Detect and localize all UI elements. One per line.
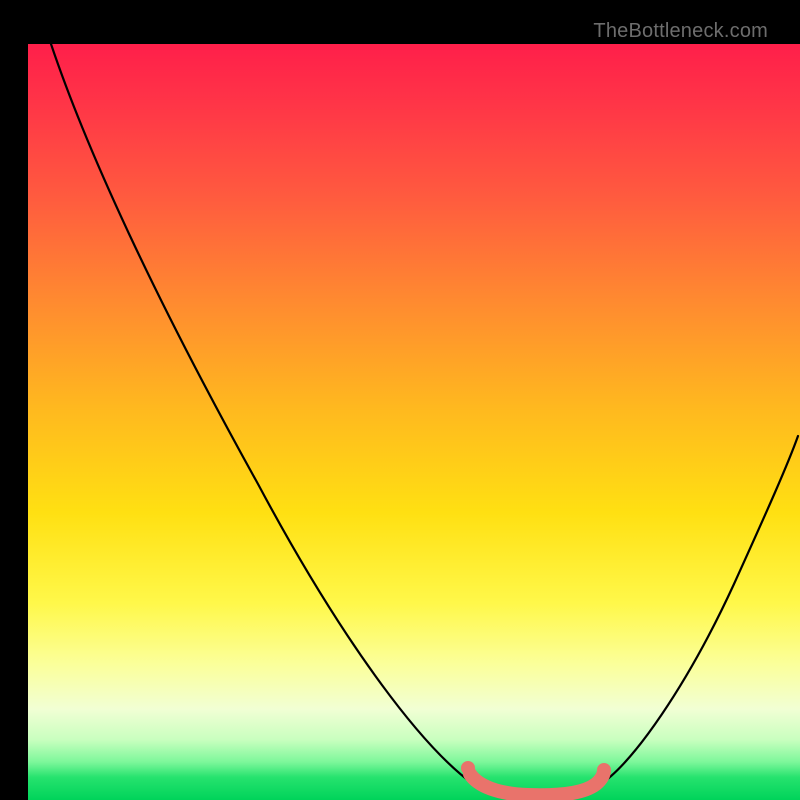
optimal-range-highlight (470, 770, 604, 795)
watermark-text: TheBottleneck.com (593, 20, 768, 43)
chart-frame: TheBottleneck.com (14, 14, 786, 786)
chart-plot-area (28, 44, 800, 800)
bottleneck-curve (51, 44, 798, 794)
optimal-range-start-dot (461, 761, 475, 775)
curve-layer (28, 44, 800, 800)
